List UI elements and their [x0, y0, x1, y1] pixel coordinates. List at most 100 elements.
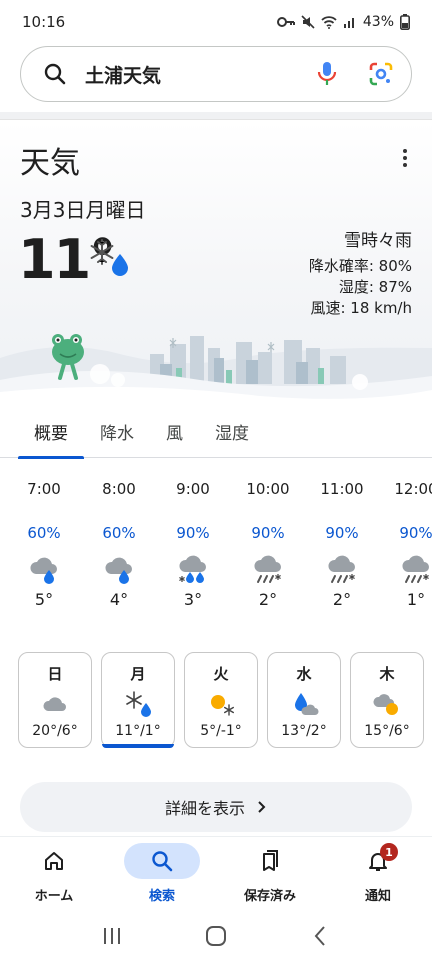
nav-home[interactable]: ホーム	[0, 837, 108, 912]
key-icon	[276, 17, 295, 27]
daily-forecast[interactable]: 日 20°/6° 月 11°/1° 火 5°/-1° 水 13°/2° 木 15…	[18, 652, 432, 748]
weather-tabs: 概要 降水 風 湿度	[0, 404, 432, 459]
hourly-forecast[interactable]: 7:00 60% 5° 8:00 60% 4° 9:00 90% 3° 10:0…	[0, 480, 432, 620]
day-temp-range: 13°/2°	[281, 723, 327, 739]
cloud-sleet-icon	[325, 552, 359, 586]
show-details-button[interactable]: 詳細を表示	[20, 782, 412, 832]
section-divider	[0, 112, 432, 120]
nav-saved-label: 保存済み	[243, 889, 296, 904]
cloud-snow-rain-icon	[176, 552, 210, 586]
hourly-item: 7:00 60% 5°	[14, 480, 74, 609]
hour-precip: 90%	[325, 524, 359, 542]
nav-search-label: 検索	[148, 889, 175, 904]
recents-icon[interactable]	[98, 922, 126, 950]
home-button-icon[interactable]	[202, 922, 230, 950]
home-icon	[45, 852, 63, 870]
weather-date: 3月3日月曜日	[20, 198, 146, 222]
hourly-item: 12:00 90% 1°	[386, 480, 432, 609]
sun-snow-icon	[206, 689, 236, 719]
bottom-navigation: ホーム 検索 保存済み 1 通知	[0, 836, 432, 912]
nav-home-label: ホーム	[34, 889, 74, 904]
day-card-wednesday[interactable]: 水 13°/2°	[267, 652, 341, 748]
google-lens-icon[interactable]	[367, 60, 395, 88]
hour-time: 11:00	[320, 480, 364, 498]
hour-time: 7:00	[27, 480, 61, 498]
signal-icon	[343, 18, 354, 28]
snow-rain-icon	[86, 236, 130, 280]
cloud-sleet-icon	[251, 552, 285, 586]
day-name: 木	[379, 665, 395, 683]
search-query[interactable]: 土浦天気	[85, 61, 313, 88]
hourly-item: 10:00 90% 2°	[238, 480, 298, 609]
day-temp-range: 15°/6°	[364, 723, 410, 739]
nav-notifications-label: 通知	[364, 889, 391, 904]
battery-percent: 43%	[362, 14, 394, 30]
nav-notifications[interactable]: 1 通知	[324, 837, 432, 912]
hour-time: 9:00	[176, 480, 210, 498]
status-icons: 43%	[276, 14, 410, 30]
search-bar[interactable]: 土浦天気	[20, 46, 412, 102]
hour-precip: 90%	[399, 524, 432, 542]
cloudy-icon	[40, 689, 70, 719]
hour-temp: 3°	[183, 590, 203, 609]
back-icon[interactable]	[306, 922, 334, 950]
weather-title: 天気	[20, 146, 80, 181]
show-details-label: 詳細を表示	[164, 799, 245, 818]
mute-icon	[301, 15, 315, 29]
day-name: 火	[213, 665, 229, 683]
day-card-monday[interactable]: 月 11°/1°	[101, 652, 175, 748]
cloud-sleet-icon	[399, 552, 432, 586]
cloud-rain-icon	[102, 552, 136, 586]
hour-temp: 2°	[332, 590, 352, 609]
hour-precip: 60%	[102, 524, 136, 542]
day-temp-range: 5°/-1°	[200, 723, 242, 739]
hour-precip: 60%	[27, 524, 61, 542]
status-time: 10:16	[22, 13, 66, 31]
partly-sunny-icon	[372, 689, 402, 719]
day-name: 月	[130, 665, 146, 683]
weather-stats: 降水確率: 80% 湿度: 87% 風速: 18 km/h	[309, 256, 412, 319]
hour-temp: 5°	[34, 590, 54, 609]
day-card-tuesday[interactable]: 火 5°/-1°	[184, 652, 258, 748]
day-name: 日	[47, 665, 63, 683]
hour-temp: 4°	[109, 590, 129, 609]
hour-precip: 90%	[176, 524, 210, 542]
weather-scene-illustration	[0, 334, 432, 402]
day-card-thursday[interactable]: 木 15°/6°	[350, 652, 424, 748]
more-options-icon[interactable]	[396, 146, 414, 170]
tab-precipitation[interactable]: 降水	[84, 404, 150, 458]
hour-temp: 1°	[406, 590, 426, 609]
hour-temp: 2°	[258, 590, 278, 609]
wifi-icon	[321, 16, 337, 29]
hourly-item: 11:00 90% 2°	[312, 480, 372, 609]
search-icon[interactable]	[41, 60, 69, 88]
chevron-right-icon	[258, 801, 266, 813]
precipitation-probability: 降水確率: 80%	[308, 257, 412, 275]
hour-time: 8:00	[102, 480, 136, 498]
nav-search[interactable]: 検索	[108, 837, 216, 912]
hour-precip: 90%	[251, 524, 285, 542]
day-name: 水	[296, 665, 312, 683]
tab-humidity[interactable]: 湿度	[199, 404, 265, 458]
system-navigation-bar	[0, 912, 432, 960]
tab-wind[interactable]: 風	[150, 404, 199, 458]
tab-overview[interactable]: 概要	[18, 404, 84, 459]
day-card-sunday[interactable]: 日 20°/6°	[18, 652, 92, 748]
search-icon	[152, 851, 173, 872]
hourly-item: 8:00 60% 4°	[89, 480, 149, 609]
cloud-rain-icon	[27, 552, 61, 586]
microphone-icon[interactable]	[313, 60, 341, 88]
bookmarks-icon	[263, 850, 278, 871]
day-temp-range: 11°/1°	[115, 723, 161, 739]
hour-time: 12:00	[394, 480, 432, 498]
rain-cloud-icon	[289, 689, 319, 719]
hour-time: 10:00	[246, 480, 290, 498]
status-bar: 10:16 43%	[0, 0, 432, 44]
snow-rain-icon	[123, 689, 153, 719]
weather-condition: 雪時々雨	[344, 231, 412, 251]
nav-saved[interactable]: 保存済み	[216, 837, 324, 912]
humidity-value: 湿度: 87%	[338, 278, 412, 296]
hourly-item: 9:00 90% 3°	[163, 480, 223, 609]
wind-speed: 風速: 18 km/h	[310, 299, 412, 317]
notification-badge: 1	[380, 843, 398, 861]
